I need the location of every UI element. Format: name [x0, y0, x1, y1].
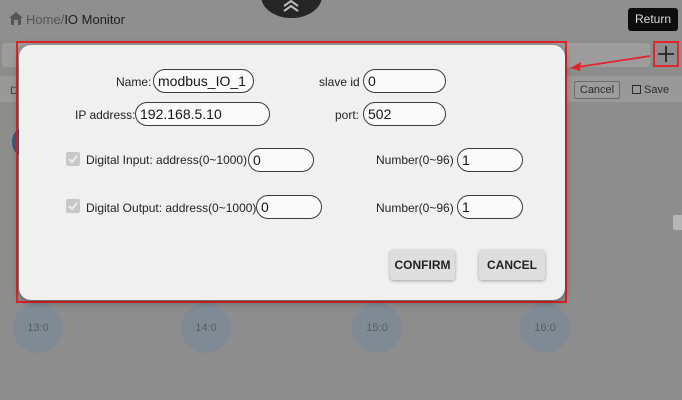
digital-input-address-input[interactable]: [248, 148, 314, 172]
background-save-button[interactable]: Save: [632, 81, 678, 99]
save-icon: [632, 85, 641, 94]
digital-input-label: Digital Input: address(0~1000): [86, 153, 248, 167]
background-cancel-button[interactable]: Cancel: [574, 81, 620, 99]
ip-address-label: IP address:: [75, 108, 136, 122]
ip-address-input[interactable]: [135, 102, 270, 126]
name-input[interactable]: [153, 69, 254, 93]
breadcrumb-home[interactable]: Home: [26, 12, 61, 27]
slave-id-label: slave id: [319, 75, 360, 89]
breadcrumb-current: IO Monitor: [64, 12, 125, 27]
name-label: Name:: [116, 75, 152, 89]
digital-output-number-input[interactable]: [457, 195, 523, 219]
io-point-13[interactable]: 13:0: [13, 303, 63, 353]
digital-input-number-input[interactable]: [457, 148, 523, 172]
io-point-14[interactable]: 14:0: [181, 303, 231, 353]
port-label: port:: [335, 108, 360, 122]
io-point-16[interactable]: 16:0: [520, 303, 570, 353]
home-icon[interactable]: [8, 11, 24, 26]
cancel-button[interactable]: CANCEL: [479, 250, 545, 280]
io-point-15[interactable]: 15:0: [352, 303, 402, 353]
confirm-button[interactable]: CONFIRM: [390, 250, 455, 280]
digital-output-number-label: Number(0~96): [376, 201, 454, 215]
digital-input-number-label: Number(0~96): [376, 153, 454, 167]
slave-id-input[interactable]: [363, 69, 446, 93]
add-modbus-io-dialog: Name: slave id IP address: port: Digital…: [19, 45, 565, 300]
digital-input-checkbox[interactable]: [66, 152, 80, 166]
side-tab[interactable]: [673, 215, 682, 230]
checkmark-icon: [68, 155, 78, 164]
breadcrumb: Home/IO Monitor: [26, 12, 125, 27]
double-chevron-up-icon: [283, 0, 299, 12]
digital-output-label: Digital Output: address(0~1000): [86, 201, 257, 215]
digital-output-checkbox[interactable]: [66, 199, 80, 213]
plus-icon[interactable]: [657, 45, 675, 63]
port-input[interactable]: [363, 102, 446, 126]
return-button[interactable]: Return: [628, 8, 678, 31]
checkmark-icon: [68, 202, 78, 211]
background-save-label: Save: [644, 84, 670, 96]
digital-output-address-input[interactable]: [256, 195, 322, 219]
